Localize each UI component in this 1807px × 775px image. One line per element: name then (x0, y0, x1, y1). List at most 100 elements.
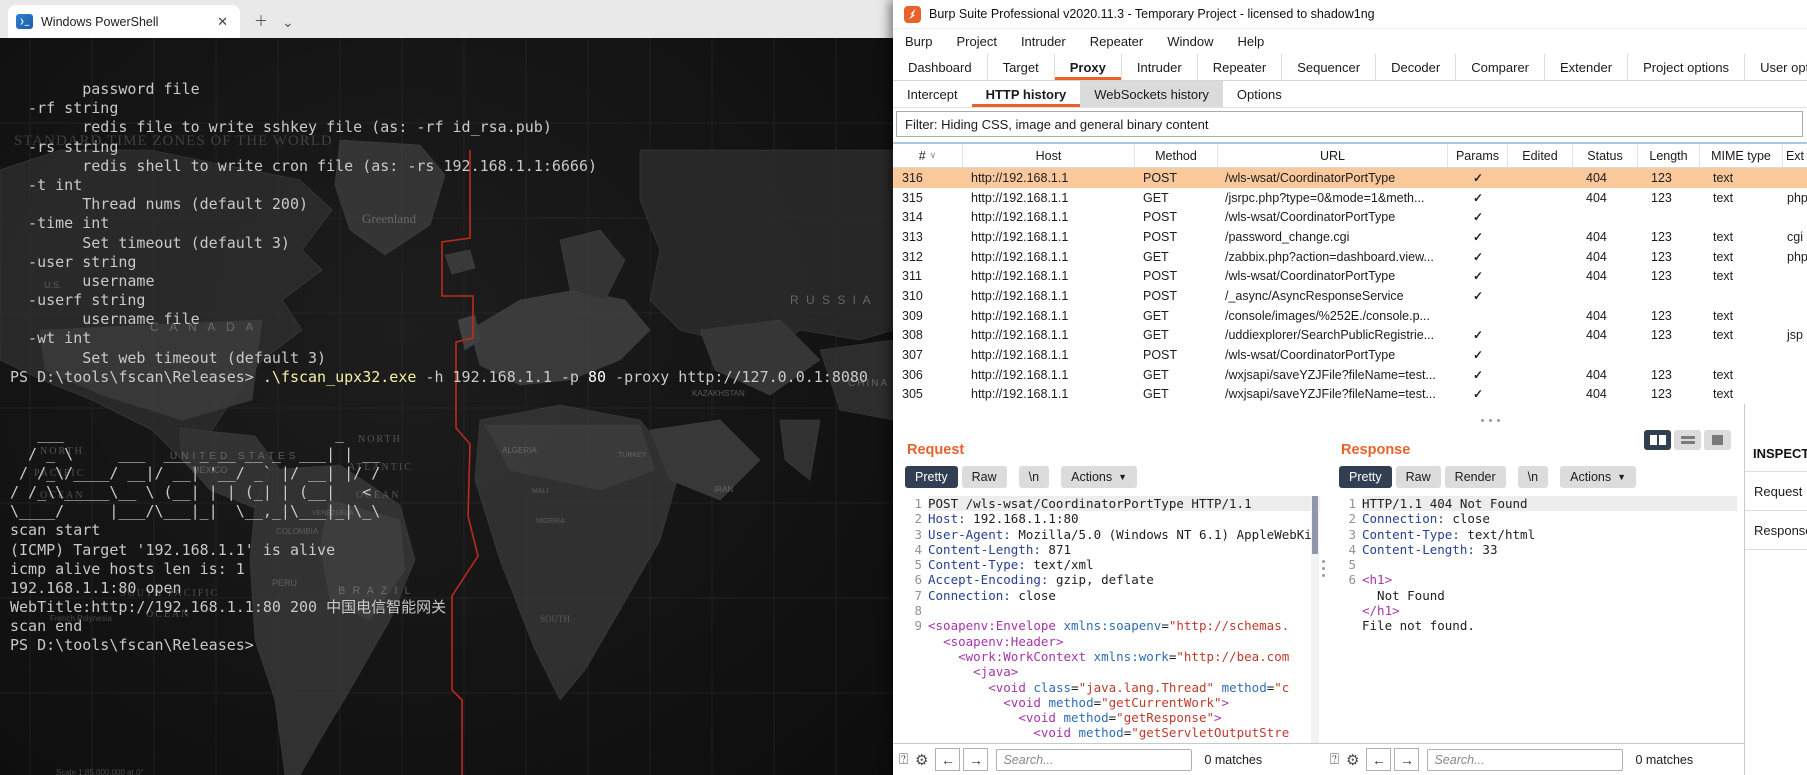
menu-burp[interactable]: Burp (905, 34, 932, 49)
prev-match-button[interactable]: ← (1366, 748, 1392, 771)
code-line: <void method="getServletOutputStre (1033, 725, 1290, 741)
gear-icon[interactable]: ⚙ (1346, 751, 1359, 769)
subtab-websockets-history[interactable]: WebSockets history (1080, 81, 1223, 107)
terminal-line: redis shell to write cron file (as: -rs … (10, 156, 597, 175)
next-match-button[interactable]: → (1394, 748, 1420, 771)
columns-layout-button[interactable] (1644, 430, 1671, 450)
filter-text: Filter: Hiding CSS, image and general bi… (905, 116, 1209, 132)
view-tab-actions[interactable]: Actions ▼ (1560, 466, 1637, 488)
menu-help[interactable]: Help (1237, 34, 1264, 49)
tab-repeater[interactable]: Repeater (1198, 54, 1283, 80)
rows-layout-button[interactable] (1674, 430, 1701, 450)
http-history-row[interactable]: 305 http://192.168.1.1 GET/wxjsapi/saveYZJ… (893, 385, 1807, 405)
response-editor[interactable]: 1 HTTP/1.1 404 Not Found 2 Connection: clos… (1330, 496, 1737, 743)
view-tab-pretty[interactable]: Pretty (1339, 466, 1392, 488)
tab-dashboard[interactable]: Dashboard (893, 54, 988, 80)
params-check-icon: ✓ (1472, 387, 1484, 402)
request-scrollbar[interactable] (1311, 496, 1319, 743)
tab-comparer[interactable]: Comparer (1456, 54, 1546, 80)
terminal-line: -time int (10, 214, 110, 233)
terminal-line: password file (10, 80, 200, 98)
next-match-button[interactable]: → (963, 748, 989, 771)
column-header-ext[interactable]: Ext (1783, 144, 1807, 167)
column-header-length[interactable]: Length (1638, 144, 1700, 167)
inspector-title: INSPECTOR (1753, 446, 1807, 461)
menu-intruder[interactable]: Intruder (1021, 34, 1066, 49)
column-header-params[interactable]: Params (1448, 144, 1508, 167)
tab-sequencer[interactable]: Sequencer (1282, 54, 1377, 80)
tab-proxy[interactable]: Proxy (1054, 54, 1122, 80)
http-history-row[interactable]: 311 http://192.168.1.1 POST/wls-wsat/Coord… (893, 266, 1807, 286)
request-editor[interactable]: 1 POST /wls-wsat/CoordinatorPortType HTTP… (896, 496, 1320, 743)
close-tab-icon[interactable]: ✕ (213, 14, 232, 30)
http-history-row[interactable]: 316 http://192.168.1.1 POST/wls-wsat/Coord… (893, 168, 1807, 188)
http-history-row[interactable]: 313 http://192.168.1.1 POST/password_chang… (893, 227, 1807, 247)
tab-project-options[interactable]: Project options (1628, 54, 1746, 80)
view-tab-n[interactable]: \n (1517, 466, 1549, 488)
menu-repeater[interactable]: Repeater (1090, 34, 1143, 49)
code-line: 9 <soapenv:Envelope xmlns:soapenv="http:/… (914, 618, 1290, 634)
column-header-edited[interactable]: Edited (1508, 144, 1573, 167)
subtab-intercept[interactable]: Intercept (893, 81, 972, 107)
chevron-down-icon: ▼ (1118, 472, 1128, 482)
response-search-input[interactable] (1427, 748, 1624, 771)
terminal-tab[interactable]: ❯_ Windows PowerShell ✕ (8, 5, 240, 38)
column-header-url[interactable]: URL (1218, 144, 1448, 167)
help-icon[interactable]: ⍰ (899, 751, 908, 768)
terminal-line: username (10, 271, 155, 290)
params-check-icon: ✓ (1472, 288, 1484, 303)
splitter-handle[interactable] (1481, 419, 1500, 422)
column-header-status[interactable]: Status (1573, 144, 1638, 167)
view-tab-actions[interactable]: Actions ▼ (1061, 466, 1138, 488)
tab-dropdown-icon[interactable]: ⌄ (282, 14, 294, 31)
help-icon[interactable]: ⍰ (1330, 751, 1339, 768)
params-check-icon: ✓ (1472, 190, 1484, 205)
tab-extender[interactable]: Extender (1545, 54, 1629, 80)
http-history-row[interactable]: 314 http://192.168.1.1 POST/wls-wsat/Coord… (893, 207, 1807, 227)
single-layout-button[interactable] (1704, 430, 1731, 450)
http-history-row[interactable]: 315 http://192.168.1.1 GET/jsrpc.php?type=… (893, 188, 1807, 208)
menu-window[interactable]: Window (1167, 34, 1213, 49)
menu-project[interactable]: Project (956, 34, 996, 49)
tab-target[interactable]: Target (988, 54, 1055, 80)
tab-decoder[interactable]: Decoder (1376, 54, 1457, 80)
request-search-input[interactable] (996, 748, 1193, 771)
view-tab-n[interactable]: \n (1018, 466, 1050, 488)
column-header-#[interactable]: # ∨ (893, 144, 963, 167)
terminal-line: \____/ |___/\___|_| \__,_|\___|_|\_\ (10, 502, 381, 521)
table-header: # ∨ Host Method URL Params Edited Status Length M… (893, 144, 1807, 168)
code-line: <void class="java.lang.Thread" method="c (988, 679, 1290, 695)
tab-user-options[interactable]: User options (1745, 54, 1807, 80)
sort-chevron-icon: ∨ (929, 150, 937, 160)
view-tab-raw[interactable]: Raw (961, 466, 1007, 488)
column-header-mime-type[interactable]: MIME type (1700, 144, 1783, 167)
new-tab-button[interactable]: ＋ (254, 11, 268, 31)
code-line: 5 (1348, 557, 1356, 573)
view-tab-render[interactable]: Render (1444, 466, 1506, 488)
http-history-row[interactable]: 312 http://192.168.1.1 GET/zabbix.php?acti… (893, 247, 1807, 267)
inspector-section-request-headers[interactable]: Request Headers (1745, 471, 1807, 510)
params-check-icon: ✓ (1472, 249, 1484, 264)
terminal-line: scan end (10, 617, 83, 636)
http-history-row[interactable]: 307 http://192.168.1.1 POST/wls-wsat/Coord… (893, 345, 1807, 365)
column-header-host[interactable]: Host (963, 144, 1135, 167)
view-tab-raw[interactable]: Raw (1395, 466, 1441, 488)
tab-intruder[interactable]: Intruder (1122, 54, 1198, 80)
terminal-line: ___ _ (10, 425, 345, 444)
http-history-row[interactable]: 308 http://192.168.1.1 GET/uddiexplorer/Se… (893, 326, 1807, 346)
http-history-filter-bar[interactable]: Filter: Hiding CSS, image and general bi… (896, 111, 1803, 137)
http-history-row[interactable]: 310 http://192.168.1.1 POST/_async/AsyncRe… (893, 286, 1807, 306)
column-header-method[interactable]: Method (1135, 144, 1218, 167)
view-tab-pretty[interactable]: Pretty (905, 466, 958, 488)
inspector-section-response-headers[interactable]: Response Headers (1745, 510, 1807, 549)
http-history-row[interactable]: 306 http://192.168.1.1 GET/wxjsapi/saveYZJ… (893, 365, 1807, 385)
proxy-sub-tabs: Intercept HTTP history WebSockets history O… (893, 81, 1807, 108)
gear-icon[interactable]: ⚙ (915, 751, 928, 769)
prev-match-button[interactable]: ← (935, 748, 961, 771)
http-history-row[interactable]: 309 http://192.168.1.1 GET/console/images/… (893, 306, 1807, 326)
subtab-http-history[interactable]: HTTP history (971, 81, 1081, 107)
request-panel-title: Request (907, 442, 965, 458)
subtab-options[interactable]: Options (1223, 81, 1296, 107)
panel-divider-handle[interactable] (1322, 560, 1325, 577)
